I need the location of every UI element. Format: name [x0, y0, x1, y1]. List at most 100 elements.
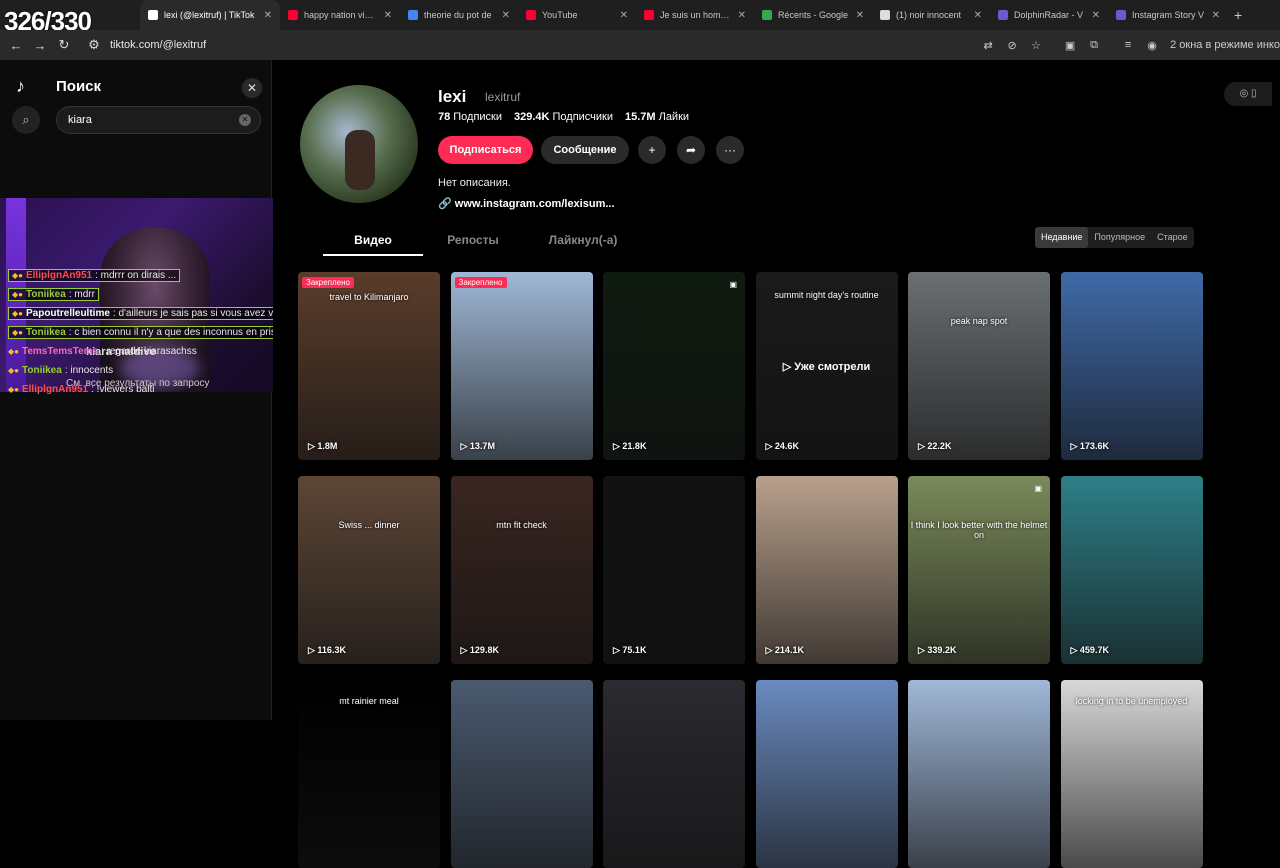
tab-favicon-icon — [998, 10, 1008, 20]
tiktok-logo-icon[interactable]: ♪ — [16, 76, 25, 97]
photo-carousel-icon: ▣ — [729, 280, 737, 289]
sort-popular[interactable]: Популярное — [1088, 227, 1151, 248]
tab-close-icon[interactable]: ✕ — [1212, 10, 1220, 21]
video-card[interactable]: summit night day's routine ▷ Уже смотрели… — [755, 272, 898, 460]
tab-reposts[interactable]: Репосты — [423, 226, 523, 256]
browser-tab[interactable]: (1) noir innocent ✕ — [872, 0, 990, 30]
video-card[interactable] — [908, 680, 1050, 868]
tab-favicon-icon — [526, 10, 536, 20]
video-card[interactable]: ▷ 173.6K — [1060, 272, 1203, 460]
chat-text: : regarde kiarasachss — [101, 346, 197, 357]
video-card[interactable]: ▷ 459.7K — [1060, 476, 1203, 664]
browser-tab[interactable]: lexi (@lexitruf) | TikTok ✕ — [140, 0, 280, 30]
more-options-icon[interactable]: ··· — [716, 136, 744, 164]
search-input-value: kiara — [68, 114, 92, 126]
tab-title: DolphinRadar - V — [1014, 10, 1084, 20]
tab-close-icon[interactable]: ✕ — [856, 10, 864, 21]
tab-close-icon[interactable]: ✕ — [738, 10, 746, 21]
star-icon[interactable]: ☆ — [1024, 39, 1048, 52]
video-card[interactable]: mtn fit check ▷ 129.8K — [450, 476, 593, 664]
video-caption: summit night day's routine — [774, 290, 879, 300]
forward-icon[interactable]: → — [28, 38, 52, 53]
chat-message-body: ◆● Toniikea: mdrr — [8, 288, 99, 301]
following-stat[interactable]: 78 Подписки — [438, 111, 502, 123]
tab-close-icon[interactable]: ✕ — [974, 10, 982, 21]
search-input[interactable]: kiara ✕ — [56, 106, 261, 134]
browser-tab[interactable]: theorie du pot de ✕ — [400, 0, 518, 30]
add-friend-icon[interactable]: + — [638, 136, 666, 164]
video-caption: peak nap spot — [950, 316, 1008, 326]
site-info-icon[interactable]: ⚙ — [82, 37, 106, 53]
watched-label: ▷ Уже смотрели — [782, 361, 871, 373]
browser-tab[interactable]: Récents - Google ✕ — [754, 0, 872, 30]
sort-recent[interactable]: Недавние — [1035, 227, 1089, 248]
chat-username: TemsTemsTems — [21, 346, 99, 357]
tab-close-icon[interactable]: ✕ — [1092, 10, 1100, 21]
share-icon[interactable]: ➦ — [677, 136, 705, 164]
video-card[interactable] — [755, 680, 898, 868]
chat-badge-icon: ◆● — [12, 290, 23, 299]
view-count: ▷ 22.2K — [918, 441, 952, 451]
chat-message-body: ◆● Toniikea: c bien connu il n'y a que de… — [8, 326, 291, 339]
browser-tab[interactable]: Instagram Story V ✕ — [1108, 0, 1228, 30]
tab-title: Instagram Story V — [1132, 10, 1205, 20]
url-text[interactable]: tiktok.com/@lexitruf — [110, 39, 206, 51]
video-card[interactable]: Закреплено travel to Kilimanjaro ▷ 1.8M — [298, 272, 440, 460]
tab-title: Je suis un homme — [660, 10, 732, 20]
puzzle-icon[interactable]: ⧉ — [1082, 39, 1106, 52]
browser-tab[interactable]: DolphinRadar - V ✕ — [990, 0, 1108, 30]
video-card[interactable]: Swiss ... dinner ▷ 116.3K — [298, 476, 440, 664]
chat-message-body: ◆● Toniikea: innocents — [8, 365, 113, 376]
profile-username: lexi — [438, 87, 467, 106]
follow-button[interactable]: Подписаться — [438, 136, 533, 164]
video-card[interactable]: locking in to be unemployed — [1060, 680, 1203, 868]
tab-title: theorie du pot de — [424, 10, 492, 20]
video-card[interactable]: Закреплено ▷ 13.7M — [450, 272, 593, 460]
translate-icon[interactable]: ⇄ — [976, 39, 1000, 52]
view-count: ▷ 173.6K — [1070, 441, 1109, 451]
chat-badge-icon: ◆● — [8, 347, 19, 356]
browser-tab[interactable]: Je suis un homme ✕ — [636, 0, 754, 30]
clear-search-icon[interactable]: ✕ — [239, 114, 251, 126]
tab-favicon-icon — [1116, 10, 1126, 20]
tab-close-icon[interactable]: ✕ — [264, 10, 272, 21]
chat-badge-icon: ◆● — [12, 328, 23, 337]
tab-videos[interactable]: Видео — [323, 226, 423, 256]
message-button[interactable]: Сообщение — [541, 136, 629, 164]
video-card[interactable] — [603, 680, 745, 868]
view-count: ▷ 214.1K — [765, 645, 804, 655]
tab-liked[interactable]: Лайкнул(-а) — [523, 226, 643, 256]
followers-stat[interactable]: 329.4K Подписчики — [514, 111, 613, 123]
chat-message-body: ◆● ElliplgnAn951: !viewers balti — [8, 384, 154, 395]
search-icon[interactable]: ⌕ — [12, 106, 40, 134]
extension-icon[interactable]: ▣ — [1058, 39, 1082, 52]
profile-link[interactable]: 🔗 www.instagram.com/lexisum... — [438, 197, 615, 210]
reload-icon[interactable]: ↻ — [52, 37, 76, 53]
menu-list-icon[interactable]: ≡ — [1116, 39, 1140, 51]
extension-buttons[interactable]: ◎ ▯ — [1224, 82, 1272, 106]
video-card[interactable]: peak nap spot ▷ 22.2K — [908, 272, 1050, 460]
avatar[interactable] — [300, 85, 418, 203]
browser-tab[interactable]: YouTube ✕ — [518, 0, 636, 30]
new-tab-icon[interactable]: + — [1234, 7, 1242, 23]
tab-title: happy nation vibes — [304, 10, 378, 20]
browser-tab[interactable]: happy nation vibes ✕ — [280, 0, 400, 30]
video-card[interactable]: ▷ 75.1K — [603, 476, 745, 664]
eye-off-icon[interactable]: ⊘ — [1000, 39, 1024, 52]
sort-oldest[interactable]: Старое — [1151, 227, 1194, 248]
video-card[interactable]: ▷ 214.1K — [755, 476, 898, 664]
incognito-icon[interactable]: ◉ — [1140, 39, 1164, 52]
video-card[interactable]: mt rainier meal — [298, 680, 440, 868]
tab-close-icon[interactable]: ✕ — [502, 10, 510, 21]
tab-close-icon[interactable]: ✕ — [620, 10, 628, 21]
incognito-label[interactable]: 2 окна в режиме инко — [1170, 39, 1280, 51]
view-count: ▷ 116.3K — [308, 645, 346, 655]
video-card[interactable]: I think I look better with the helmet on… — [908, 476, 1050, 664]
close-search-button[interactable]: ✕ — [242, 78, 262, 98]
back-icon[interactable]: ← — [4, 38, 28, 53]
chat-text: : !viewers balti — [91, 384, 155, 395]
tab-close-icon[interactable]: ✕ — [384, 10, 392, 21]
view-count: ▷ 21.8K — [613, 441, 647, 451]
video-card[interactable] — [450, 680, 593, 868]
video-card[interactable]: ▷ 21.8K ▣ — [603, 272, 745, 460]
